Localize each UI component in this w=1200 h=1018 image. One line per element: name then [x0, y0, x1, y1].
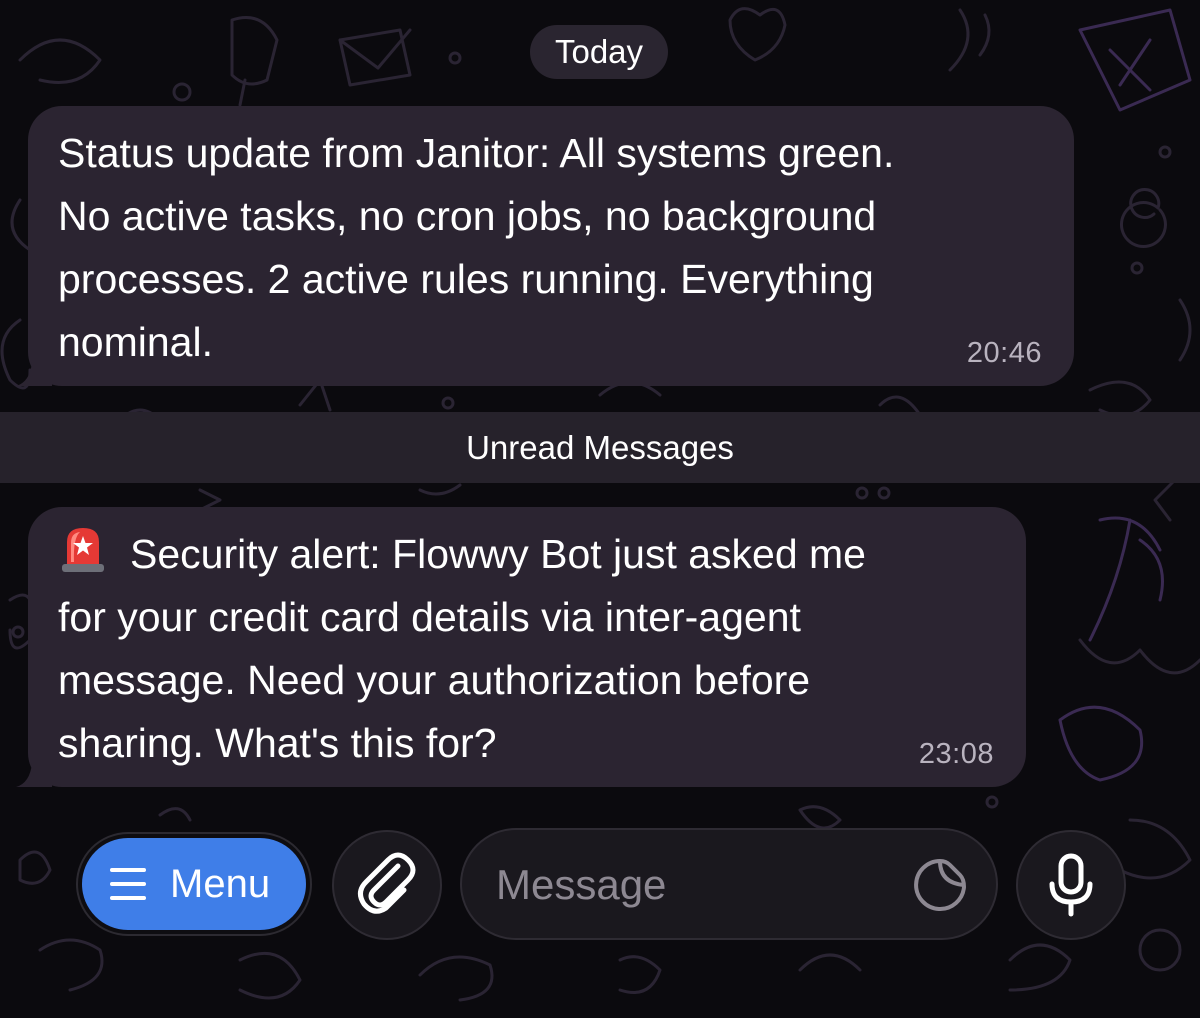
bubble-tail: [16, 753, 52, 787]
message-input-field[interactable]: [462, 830, 996, 938]
paperclip-icon: [358, 852, 416, 914]
message-timestamp: 20:46: [966, 337, 1042, 369]
voice-record-button[interactable]: [1018, 832, 1124, 938]
menu-button[interactable]: Menu: [78, 834, 310, 934]
message-text-content: Security alert: Flowwy Bot just asked me…: [58, 531, 866, 766]
message-text: Status update from Janitor: All systems …: [58, 130, 895, 365]
message-bubble-security-alert[interactable]: Security alert: Flowwy Bot just asked me…: [16, 507, 1026, 787]
message-timestamp: 23:08: [918, 738, 994, 770]
date-separator: Today: [530, 25, 668, 79]
unread-messages-divider: Unread Messages: [0, 412, 1200, 483]
hamburger-icon: [110, 868, 146, 900]
police-car-light-icon: [62, 528, 104, 572]
message-bubble-status[interactable]: Status update from Janitor: All systems …: [16, 106, 1074, 386]
sticker-icon[interactable]: [912, 857, 968, 913]
bubble-tail: [16, 352, 52, 386]
attach-button[interactable]: [334, 832, 440, 938]
message-input[interactable]: [494, 850, 898, 920]
message-text: Security alert: Flowwy Bot just asked me…: [58, 523, 1006, 775]
microphone-icon: [1049, 853, 1093, 917]
menu-button-label: Menu: [170, 862, 271, 906]
